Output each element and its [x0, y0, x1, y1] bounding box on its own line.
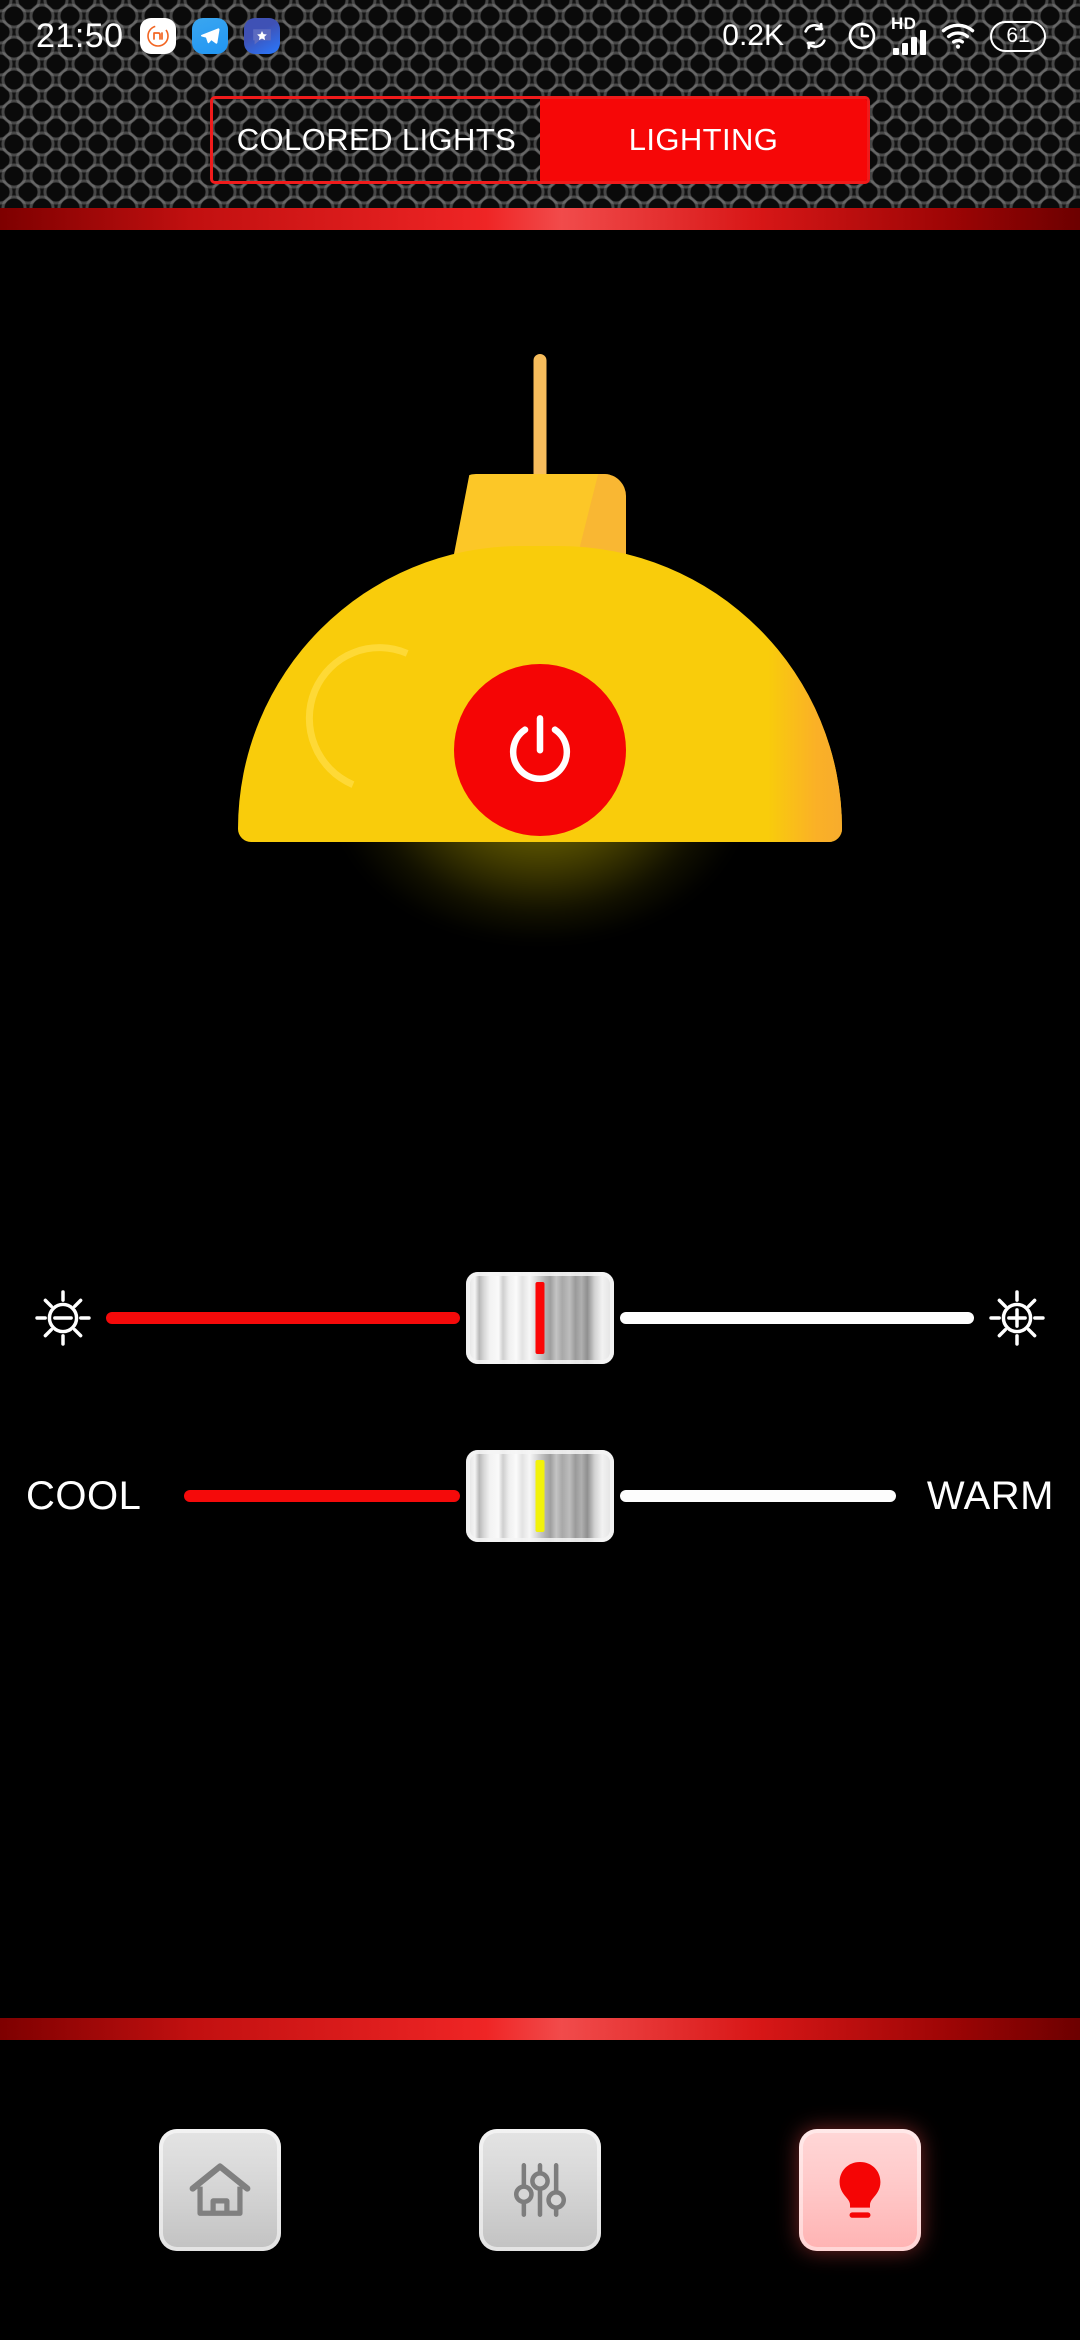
brightness-track-remaining [620, 1312, 974, 1324]
status-bar: 21:50 0.2K HD 61 [0, 0, 1080, 72]
temperature-track-remaining [620, 1490, 896, 1502]
header-divider [0, 208, 1080, 230]
brightness-track[interactable] [106, 1272, 974, 1364]
tab-group: COLORED LIGHTS LIGHTING [210, 96, 870, 184]
lamp-cord [533, 354, 547, 482]
nav-button-lighting[interactable] [799, 2129, 921, 2251]
lamp-shade-edge-shading [768, 546, 842, 842]
battery-icon: 61 [990, 20, 1046, 52]
cool-label: COOL [26, 1473, 142, 1518]
status-bar-clock: 21:50 [36, 16, 124, 55]
lamp-highlight-arc [283, 621, 477, 817]
bottom-nav [0, 2040, 1080, 2340]
sync-icon [799, 20, 831, 52]
nav-button-settings[interactable] [479, 2129, 601, 2251]
status-bar-left: 21:50 [36, 17, 280, 56]
sliders-icon [513, 2163, 567, 2217]
hd-label: HD [891, 14, 917, 33]
telegram-icon [191, 18, 228, 54]
temperature-track-filled [184, 1490, 460, 1502]
chat-star-icon [243, 18, 280, 54]
brightness-low-icon[interactable] [26, 1287, 100, 1349]
power-icon [509, 715, 571, 783]
network-speed-label: 0.2K [722, 19, 784, 52]
battery-level-label: 61 [1006, 24, 1030, 47]
mi-app-icon [139, 18, 176, 54]
nav-button-home[interactable] [159, 2129, 281, 2251]
warm-label: WARM [926, 1473, 1054, 1518]
temperature-slider-row: COOL WARM [0, 1450, 1080, 1542]
temperature-thumb[interactable] [466, 1450, 614, 1542]
temperature-track[interactable] [184, 1450, 896, 1542]
brightness-track-filled [106, 1312, 460, 1324]
lightbulb-icon [839, 2161, 881, 2218]
brightness-thumb[interactable] [466, 1272, 614, 1364]
hd-signal-icon: HD [891, 14, 926, 55]
footer-divider [0, 2018, 1080, 2040]
brightness-high-icon[interactable] [980, 1287, 1054, 1349]
tab-lighting[interactable]: LIGHTING [540, 99, 867, 181]
app-root: 21:50 0.2K HD 61 COLORED LIGHTS LIGHTING… [0, 0, 1080, 2340]
status-bar-right: 0.2K HD 61 [722, 14, 1046, 55]
brightness-slider-row [0, 1272, 1080, 1364]
lamp-graphic [220, 354, 860, 954]
tab-colored-lights[interactable]: COLORED LIGHTS [213, 99, 540, 181]
main-stage: COOL WARM [0, 230, 1080, 2018]
brightness-thumb-indicator [535, 1282, 545, 1354]
signal-bars [893, 30, 926, 55]
home-icon [189, 2163, 251, 2216]
temperature-thumb-indicator [535, 1460, 545, 1532]
wifi-icon [941, 22, 975, 50]
power-button[interactable] [454, 664, 626, 836]
alarm-clock-icon [846, 20, 878, 52]
